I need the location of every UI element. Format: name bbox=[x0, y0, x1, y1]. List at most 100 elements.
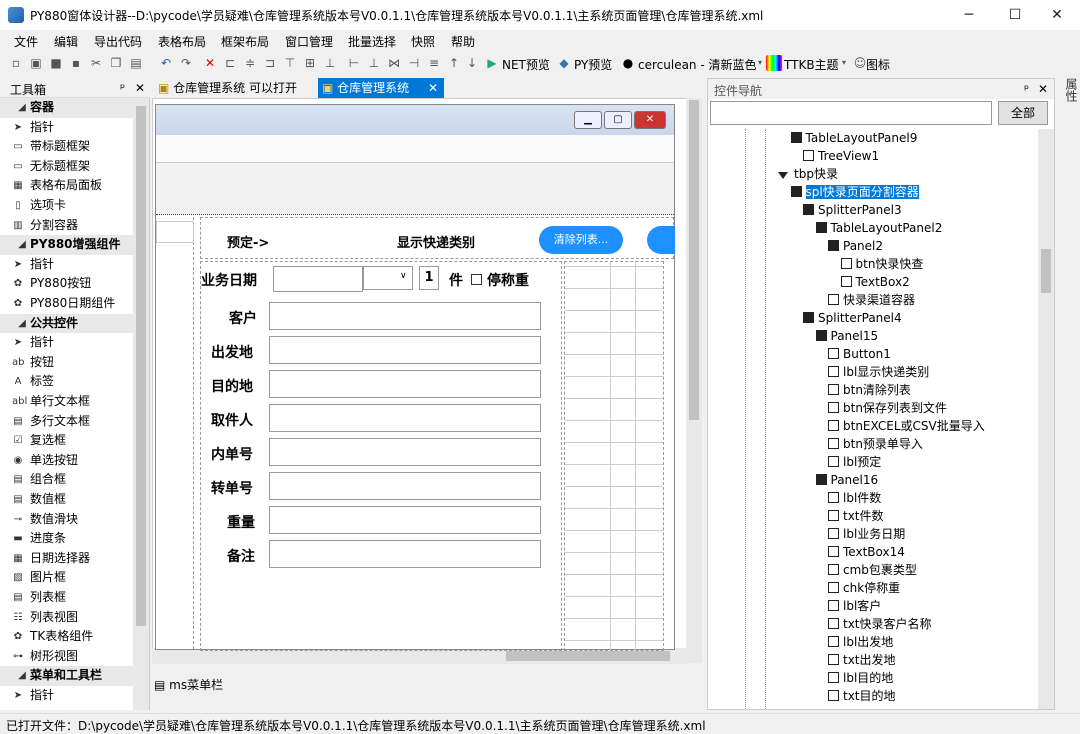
tree-node[interactable]: TableLayoutPanel9 bbox=[790, 129, 917, 147]
form-maximize-icon[interactable]: ▢ bbox=[604, 111, 632, 129]
toolbox-item[interactable]: ▨ 图片框 bbox=[0, 568, 133, 588]
customer-input[interactable] bbox=[269, 302, 541, 330]
toolbox-group[interactable]: ◢ 菜单和工具栏 bbox=[0, 666, 133, 686]
tree-node[interactable]: btn清除列表 bbox=[828, 381, 911, 399]
menu-snapshot[interactable]: 快照 bbox=[411, 33, 435, 50]
tree-node[interactable]: lbl件数 bbox=[828, 489, 881, 507]
tree-node[interactable]: lbl显示快递类别 bbox=[828, 363, 929, 381]
nav-scrollbar[interactable] bbox=[1038, 129, 1054, 709]
tree-node[interactable]: lbl出发地 bbox=[828, 633, 893, 651]
toolbox-item[interactable]: ⊸ 数值滑块 bbox=[0, 510, 133, 530]
tree-node[interactable]: TextBox2 bbox=[840, 273, 910, 291]
copy-icon[interactable]: ❐ bbox=[108, 55, 124, 71]
toolbox-group[interactable]: ◢ 公共控件 bbox=[0, 313, 133, 334]
save-list-button[interactable] bbox=[647, 226, 675, 254]
cut-icon[interactable]: ✂ bbox=[88, 55, 104, 71]
toolbox-item[interactable]: ▦ 表格布局面板 bbox=[0, 176, 133, 196]
pin-icon[interactable]: ᵖ bbox=[1024, 82, 1029, 96]
tab-warehouse-openable[interactable]: ▣ 仓库管理系统 可以打开 bbox=[158, 78, 318, 98]
remark-input[interactable] bbox=[269, 540, 541, 568]
open-icon[interactable]: ▣ bbox=[28, 55, 44, 71]
toolbox-item[interactable]: ☑ 复选框 bbox=[0, 431, 133, 451]
save-as-icon[interactable]: ▪ bbox=[68, 55, 84, 71]
menustrip-component[interactable]: ▤ ms菜单栏 bbox=[154, 676, 223, 693]
bring-front-icon[interactable]: ↑ bbox=[446, 55, 462, 71]
delete-icon[interactable]: ✕ bbox=[202, 55, 218, 71]
toolbox-item[interactable]: ▤ 多行文本框 bbox=[0, 412, 133, 432]
toolbox-item[interactable]: ▭ 无标题框架 bbox=[0, 157, 133, 177]
inner-number-input[interactable] bbox=[269, 438, 541, 466]
close-icon[interactable]: ✕ bbox=[1038, 82, 1048, 96]
dropdown-arrow-icon[interactable]: ▾ bbox=[836, 55, 852, 71]
net-preview-icon[interactable]: ▶ bbox=[484, 55, 500, 71]
tree-node[interactable]: btn保存列表到文件 bbox=[828, 399, 947, 417]
toolbox-item[interactable]: ▬ 进度条 bbox=[0, 529, 133, 549]
origin-input[interactable] bbox=[269, 336, 541, 364]
h-spacing-icon[interactable]: ⊣ bbox=[406, 55, 422, 71]
weight-input[interactable] bbox=[269, 506, 541, 534]
designed-form[interactable]: ▁ ▢ ✕ 预定-> 显示快递类别 清除列表... 业务日期 ∨ 1 件 停称重… bbox=[155, 104, 675, 651]
menu-frame-layout[interactable]: 框架布局 bbox=[221, 33, 269, 50]
package-type-select[interactable]: ∨ bbox=[363, 266, 413, 290]
toolbox-scrollbar[interactable] bbox=[133, 98, 149, 710]
scrollbar-thumb[interactable] bbox=[1041, 249, 1051, 293]
toolbox-item[interactable]: ▦ 日期选择器 bbox=[0, 549, 133, 569]
minimize-button[interactable]: ─ bbox=[946, 0, 992, 30]
tree-node[interactable]: lbl预定 bbox=[828, 453, 881, 471]
toolbox-item[interactable]: ▯ 选项卡 bbox=[0, 196, 133, 216]
pickup-person-input[interactable] bbox=[269, 404, 541, 432]
show-all-button[interactable]: 全部 bbox=[998, 101, 1048, 125]
toolbox-item[interactable]: ▭ 带标题框架 bbox=[0, 137, 133, 157]
toolbox-item[interactable]: A 标签 bbox=[0, 372, 133, 392]
tree-node[interactable]: btn预录单导入 bbox=[828, 435, 923, 453]
align-right-icon[interactable]: ⊐ bbox=[262, 55, 278, 71]
nav-search-input[interactable] bbox=[710, 101, 992, 125]
align-center-icon[interactable]: ≑ bbox=[242, 55, 258, 71]
theme-select[interactable]: cerculean - 清新蓝色 bbox=[638, 56, 757, 73]
theme-icon[interactable]: ● bbox=[620, 55, 636, 71]
toolbox-group[interactable]: ◢ 容器 bbox=[0, 98, 133, 118]
toolbox-item[interactable]: abl 单行文本框 bbox=[0, 392, 133, 412]
toolbox-item[interactable]: ◉ 单选按钮 bbox=[0, 451, 133, 471]
python-icon[interactable]: ◆ bbox=[556, 55, 572, 71]
form-close-icon[interactable]: ✕ bbox=[634, 111, 666, 129]
align-bottom-icon[interactable]: ⊥ bbox=[322, 55, 338, 71]
toolbox-item[interactable]: ✿ PY880日期组件 bbox=[0, 294, 133, 314]
menu-window-manage[interactable]: 窗口管理 bbox=[285, 33, 333, 50]
scrollbar-thumb[interactable] bbox=[506, 651, 670, 661]
maximize-button[interactable]: ☐ bbox=[992, 0, 1038, 30]
menu-batch-select[interactable]: 批量选择 bbox=[348, 33, 396, 50]
transfer-number-input[interactable] bbox=[269, 472, 541, 500]
designer-vscrollbar[interactable] bbox=[686, 98, 702, 663]
paste-icon[interactable]: ▤ bbox=[128, 55, 144, 71]
toolbox-item[interactable]: ☷ 列表视图 bbox=[0, 608, 133, 628]
toolbox-item[interactable]: ✿ PY880按钮 bbox=[0, 274, 133, 294]
close-icon[interactable]: ✕ bbox=[135, 81, 145, 95]
same-size-icon[interactable]: ⋈ bbox=[386, 55, 402, 71]
toolbox-item[interactable]: ➤ 指针 bbox=[0, 118, 133, 138]
tree-node[interactable]: TextBox14 bbox=[828, 543, 905, 561]
menu-file[interactable]: 文件 bbox=[14, 33, 38, 50]
tree-node[interactable]: btn快录快查 bbox=[840, 255, 923, 273]
tree-node[interactable]: btnEXCEL或CSV批量导入 bbox=[828, 417, 985, 435]
tab-warehouse-active[interactable]: ▣ 仓库管理系统 ✕ bbox=[318, 78, 444, 98]
menu-edit[interactable]: 编辑 bbox=[54, 33, 78, 50]
tree-node[interactable]: txt快录客户名称 bbox=[828, 615, 932, 633]
tree-node[interactable]: Panel2 bbox=[828, 237, 883, 255]
undo-icon[interactable]: ↶ bbox=[158, 55, 174, 71]
tree-node[interactable]: Button1 bbox=[828, 345, 891, 363]
icons-button[interactable]: 图标 bbox=[866, 56, 890, 73]
preset-panel[interactable]: 预定-> 显示快递类别 清除列表... bbox=[200, 217, 675, 259]
ttkb-icon[interactable] bbox=[766, 55, 782, 71]
data-grid[interactable] bbox=[564, 261, 664, 651]
form-minimize-icon[interactable]: ▁ bbox=[574, 111, 602, 129]
properties-side-tab[interactable]: 属性 bbox=[1058, 78, 1080, 118]
tree-node[interactable]: Panel16 bbox=[815, 471, 878, 489]
tree-node[interactable]: TreeView1 bbox=[803, 147, 879, 165]
py-preview-button[interactable]: PY预览 bbox=[574, 56, 612, 73]
small-textbox[interactable] bbox=[156, 221, 194, 243]
send-back-icon[interactable]: ↓ bbox=[464, 55, 480, 71]
toolbox-item[interactable]: ✿ TK表格组件 bbox=[0, 627, 133, 647]
tree-node[interactable]: cmb包裹类型 bbox=[828, 561, 917, 579]
tree-node[interactable]: 快录渠道容器 bbox=[828, 291, 915, 309]
